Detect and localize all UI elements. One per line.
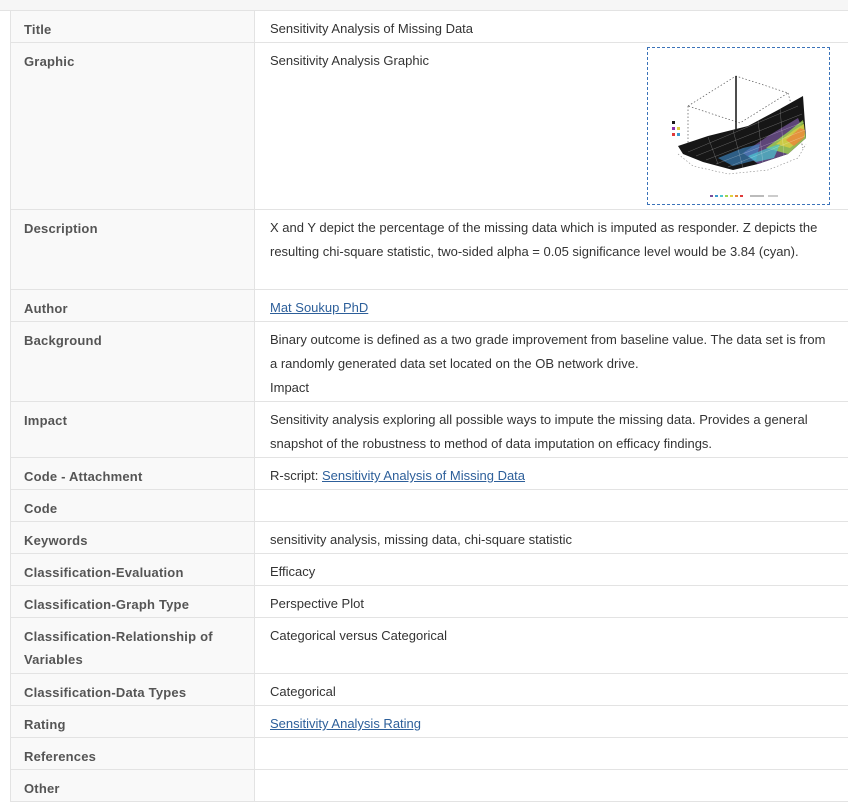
- row-label-title: Title: [11, 11, 254, 41]
- row-label-classification-graph-type: Classification-Graph Type: [11, 586, 254, 616]
- code-attachment-link[interactable]: Sensitivity Analysis of Missing Data: [322, 468, 525, 483]
- row-value-classification-data-types: Categorical: [255, 674, 848, 704]
- table-row-classification-evaluation: Classification-Evaluation Efficacy: [11, 554, 848, 586]
- table-row-title: Title Sensitivity Analysis of Missing Da…: [11, 11, 848, 43]
- row-label-references: References: [11, 738, 254, 768]
- row-value-classification-relationship: Categorical versus Categorical: [255, 618, 848, 648]
- row-value-classification-graph-type: Perspective Plot: [255, 586, 848, 616]
- row-label-impact: Impact: [11, 402, 254, 432]
- row-value-description: X and Y depict the percentage of the mis…: [255, 210, 848, 264]
- row-value-background: Binary outcome is defined as a two grade…: [270, 328, 836, 376]
- table-row-classification-graph-type: Classification-Graph Type Perspective Pl…: [11, 586, 848, 618]
- row-label-other: Other: [11, 770, 254, 800]
- row-value-title: Sensitivity Analysis of Missing Data: [255, 11, 848, 41]
- row-value-references: [255, 738, 848, 744]
- row-label-classification-evaluation: Classification-Evaluation: [11, 554, 254, 584]
- row-label-keywords: Keywords: [11, 522, 254, 552]
- code-attachment-prefix: R-script:: [270, 468, 322, 483]
- row-label-background: Background: [11, 322, 254, 352]
- table-row-classification-relationship: Classification-Relationship of Variables…: [11, 618, 848, 674]
- rating-link[interactable]: Sensitivity Analysis Rating: [270, 716, 421, 731]
- table-row-code: Code: [11, 490, 848, 522]
- properties-table: Title Sensitivity Analysis of Missing Da…: [10, 10, 848, 802]
- table-row-author: Author Mat Soukup PhD: [11, 290, 848, 322]
- perspective-plot-thumbnail-image: [648, 48, 829, 204]
- row-label-classification-data-types: Classification-Data Types: [11, 674, 254, 704]
- row-value-code: [255, 490, 848, 496]
- row-label-description: Description: [11, 210, 254, 240]
- table-row-graphic: Graphic Sensitivity Analysis Graphic: [11, 43, 848, 210]
- row-label-code: Code: [11, 490, 254, 520]
- row-label-rating: Rating: [11, 706, 254, 736]
- row-value-classification-evaluation: Efficacy: [255, 554, 848, 584]
- table-row-code-attachment: Code - Attachment R-script: Sensitivity …: [11, 458, 848, 490]
- table-row-classification-data-types: Classification-Data Types Categorical: [11, 674, 848, 706]
- table-row-rating: Rating Sensitivity Analysis Rating: [11, 706, 848, 738]
- table-row-keywords: Keywords sensitivity analysis, missing d…: [11, 522, 848, 554]
- graphic-thumbnail[interactable]: [647, 47, 830, 205]
- row-value-impact: Sensitivity analysis exploring all possi…: [255, 402, 848, 456]
- row-label-author: Author: [11, 290, 254, 320]
- row-label-code-attachment: Code - Attachment: [11, 458, 254, 488]
- row-value-background-extra: Impact: [270, 376, 836, 400]
- author-link[interactable]: Mat Soukup PhD: [270, 300, 368, 315]
- table-row-references: References: [11, 738, 848, 770]
- table-row-background: Background Binary outcome is defined as …: [11, 322, 848, 402]
- table-row-other: Other: [11, 770, 848, 802]
- row-value-other: [255, 770, 848, 776]
- row-value-keywords: sensitivity analysis, missing data, chi-…: [255, 522, 848, 552]
- table-row-description: Description X and Y depict the percentag…: [11, 210, 848, 290]
- row-label-graphic: Graphic: [11, 43, 254, 73]
- table-row-impact: Impact Sensitivity analysis exploring al…: [11, 402, 848, 458]
- row-label-classification-relationship: Classification-Relationship of Variables: [11, 618, 254, 671]
